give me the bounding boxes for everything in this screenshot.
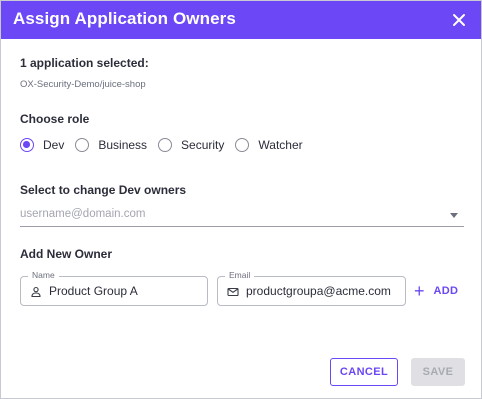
email-field-legend: Email <box>225 270 255 280</box>
role-option-business[interactable]: Business <box>75 138 147 152</box>
add-owner-label: ADD <box>433 285 459 297</box>
dropdown-arrow-icon[interactable] <box>450 213 458 218</box>
owner-name-field[interactable]: Name Product Group A <box>20 270 208 306</box>
add-owner-button[interactable]: + ADD <box>414 282 458 300</box>
owner-email-field[interactable]: Email productgroupa@acme.com <box>217 270 406 306</box>
role-option-label: Watcher <box>258 138 303 152</box>
radio-unchecked-icon[interactable] <box>75 138 90 152</box>
selection-count-label: 1 application selected: <box>20 56 149 70</box>
owners-select[interactable]: username@domain.com <box>20 204 464 227</box>
owner-name-value[interactable]: Product Group A <box>49 284 138 298</box>
role-radio-group: Dev Business Security Watcher <box>20 135 314 155</box>
owners-select-label: Select to change Dev owners <box>20 183 187 197</box>
role-option-dev[interactable]: Dev <box>20 138 64 152</box>
dialog-title: Assign Application Owners <box>13 9 236 28</box>
mail-icon <box>227 285 239 297</box>
radio-unchecked-icon[interactable] <box>158 138 173 152</box>
role-option-label: Business <box>98 138 148 152</box>
choose-role-label: Choose role <box>20 112 90 126</box>
owners-select-placeholder: username@domain.com <box>20 208 146 220</box>
radio-checked-icon[interactable] <box>20 138 34 152</box>
role-option-security[interactable]: Security <box>158 138 224 152</box>
person-icon <box>30 285 42 298</box>
name-field-legend: Name <box>28 270 59 280</box>
radio-unchecked-icon[interactable] <box>235 138 250 152</box>
role-option-label: Security <box>181 138 225 152</box>
dialog-header: Assign Application Owners <box>1 1 481 39</box>
role-option-watcher[interactable]: Watcher <box>235 138 303 152</box>
selected-app-name: OX-Security-Demo/juice-shop <box>20 79 146 90</box>
save-button[interactable]: SAVE <box>411 358 465 386</box>
role-option-label: Dev <box>43 138 65 152</box>
close-icon[interactable] <box>447 8 471 32</box>
owner-email-value[interactable]: productgroupa@acme.com <box>246 284 391 298</box>
assign-owners-dialog: Assign Application Owners 1 application … <box>0 0 482 399</box>
plus-icon: + <box>414 281 425 301</box>
add-new-owner-label: Add New Owner <box>20 247 113 261</box>
cancel-button[interactable]: CANCEL <box>330 358 398 386</box>
